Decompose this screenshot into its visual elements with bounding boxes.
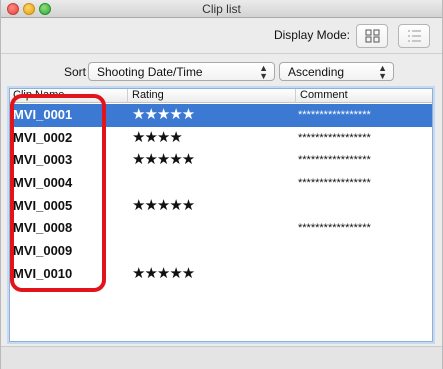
clip-name: MVI_0001 [13, 107, 73, 122]
table-row[interactable]: MVI_0010 ★★★★★ [10, 263, 432, 286]
title-bar: Clip list [1, 0, 442, 18]
comment-text: ***************** [298, 222, 371, 235]
toolbar: Display Mode: [1, 18, 442, 54]
display-mode-list-button[interactable] [398, 24, 430, 48]
rating-stars: ★★★★ [132, 128, 183, 146]
table-row[interactable]: MVI_0004 ***************** [10, 172, 432, 195]
select-arrows-icon: ▲ ▼ [378, 63, 387, 81]
table-row[interactable]: MVI_0002 ★★★★ ***************** [10, 127, 432, 150]
table-row[interactable]: MVI_0009 [10, 240, 432, 263]
sort-bar: Sort Shooting Date/Time ▲ ▼ Ascending ▲ ▼ [1, 56, 442, 86]
comment-text: ***************** [298, 109, 371, 121]
table-row[interactable]: MVI_0003 ★★★★★ ***************** [10, 149, 432, 172]
table-row[interactable]: MVI_0005 ★★★★★ [10, 195, 432, 218]
status-bar [1, 346, 442, 369]
clip-name: MVI_0005 [13, 197, 73, 213]
column-header-rating[interactable]: Rating [127, 89, 295, 103]
clip-name: MVI_0008 [13, 220, 73, 236]
comment-text: ***************** [298, 131, 371, 144]
rating-stars: ★★★★★ [132, 196, 195, 214]
column-header-comment[interactable]: Comment [295, 89, 432, 103]
clip-name: MVI_0004 [13, 175, 73, 191]
sort-field-value: Shooting Date/Time [97, 65, 203, 79]
clip-name: MVI_0010 [13, 265, 73, 281]
select-arrows-icon: ▲ ▼ [259, 63, 268, 81]
clip-name: MVI_0009 [13, 243, 73, 259]
sort-order-select[interactable]: Ascending ▲ ▼ [279, 62, 394, 81]
rating-stars: ★★★★★ [132, 151, 195, 169]
clip-name: MVI_0003 [13, 152, 73, 168]
grid-view-icon [365, 29, 380, 43]
table-body: MVI_0001 ★★★★★ ***************** MVI_000… [10, 104, 432, 286]
window-title: Clip list [202, 2, 241, 16]
list-view-icon [408, 30, 421, 42]
sort-label: Sort [64, 65, 87, 79]
clip-table[interactable]: Clip Name Rating Comment MVI_0001 ★★★★★ … [9, 88, 433, 342]
column-header-clip-name[interactable]: Clip Name [10, 89, 127, 103]
table-header: Clip Name Rating Comment [10, 89, 432, 103]
table-row[interactable]: MVI_0008 ***************** [10, 217, 432, 240]
clip-list-window: Clip list Display Mode: Sort Shooting Da… [0, 0, 443, 369]
comment-text: ***************** [298, 177, 371, 190]
comment-text: ***************** [298, 154, 371, 167]
display-mode-label: Display Mode: [273, 28, 350, 42]
sort-order-value: Ascending [288, 65, 345, 79]
rating-stars: ★★★★★ [132, 106, 195, 123]
sort-field-select[interactable]: Shooting Date/Time ▲ ▼ [88, 62, 275, 81]
display-mode-grid-button[interactable] [356, 24, 388, 48]
clip-name: MVI_0002 [13, 129, 73, 145]
table-row[interactable]: MVI_0001 ★★★★★ ***************** [10, 104, 432, 127]
rating-stars: ★★★★★ [132, 264, 195, 282]
